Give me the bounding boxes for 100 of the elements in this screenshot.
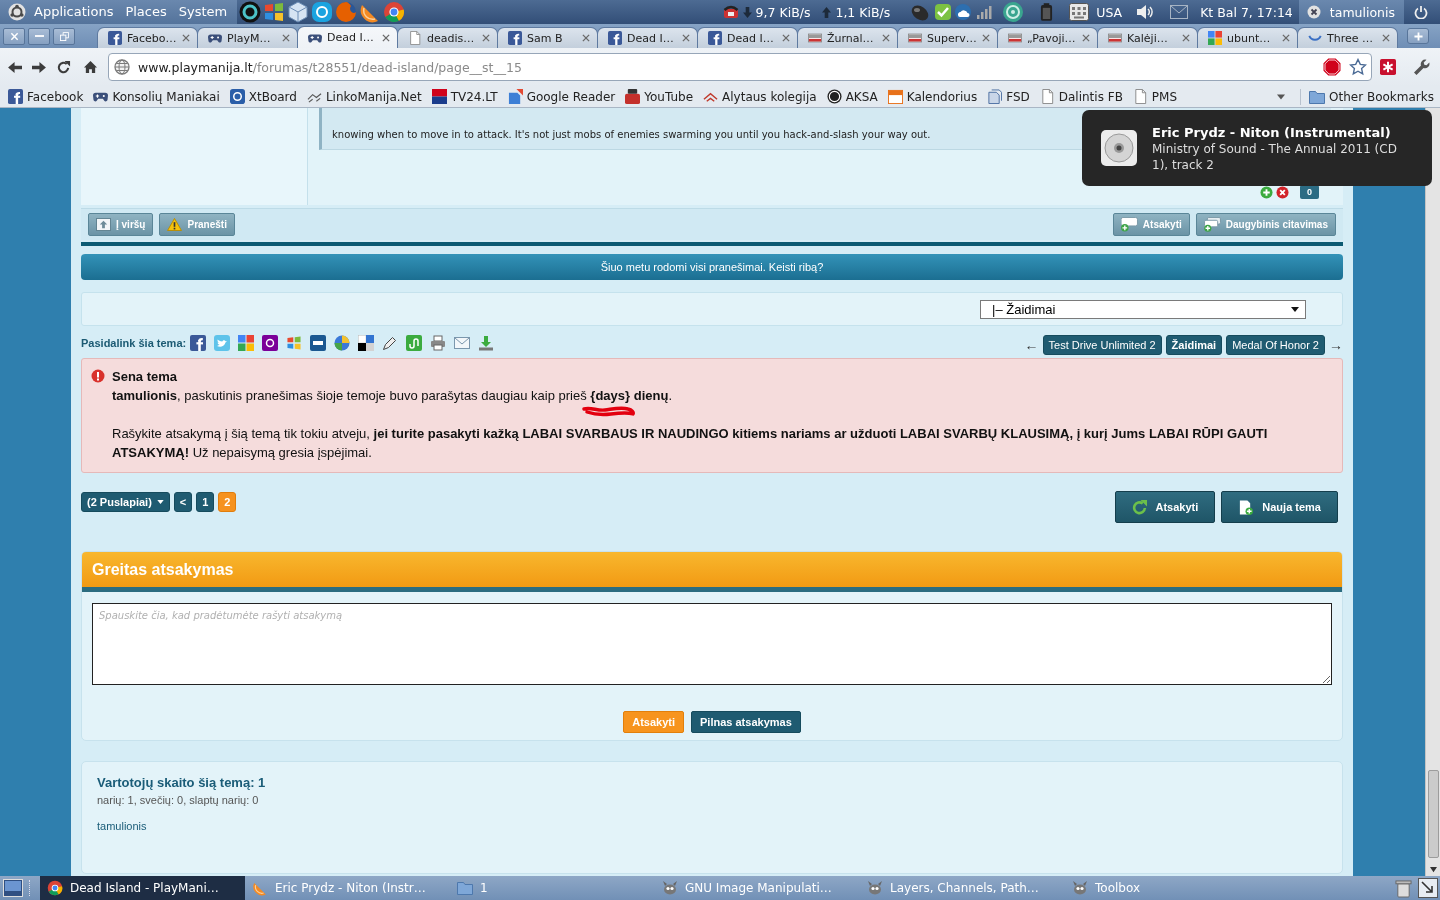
close-icon[interactable]	[1282, 34, 1290, 42]
f-logo-icon[interactable]	[190, 335, 207, 351]
menu-item[interactable]: Applications	[28, 0, 120, 24]
back-icon[interactable]	[8, 60, 23, 74]
plus-circle-icon[interactable]	[1260, 185, 1273, 199]
bookmark-link[interactable]: Konsolių Maniakai	[93, 89, 220, 104]
bookmark-link[interactable]: Google Reader	[507, 89, 616, 104]
cube-icon[interactable]	[287, 1, 310, 23]
close-icon[interactable]	[682, 34, 690, 42]
close-icon[interactable]	[582, 34, 590, 42]
close-icon[interactable]	[382, 33, 390, 42]
address-bar[interactable]: www.playmanija.lt/forumas/t28551/dead-island/page__st__15	[108, 53, 1372, 81]
wheel-icon[interactable]	[383, 1, 406, 23]
browser-tab[interactable]: Dead I…	[597, 27, 698, 48]
close-icon[interactable]	[1082, 34, 1090, 42]
bookmark-link[interactable]: LinkoManija.Net	[306, 89, 422, 104]
forum-select[interactable]: |– Žaidimai	[980, 299, 1306, 319]
close-icon[interactable]	[282, 34, 290, 42]
pen-icon[interactable]	[382, 335, 399, 351]
phone-icon[interactable]	[722, 5, 739, 19]
topic-link[interactable]: Žaidimai	[1165, 335, 1223, 355]
menu-item[interactable]: System	[172, 0, 234, 24]
bookmark-link[interactable]: FSD	[987, 89, 1030, 104]
tile-icon[interactable]	[310, 335, 327, 351]
wrench-icon[interactable]	[1412, 58, 1430, 76]
close-icon[interactable]	[482, 34, 490, 42]
new-topic-button[interactable]: Nauja tema	[1221, 491, 1338, 523]
other-bookmarks-link[interactable]: Other Bookmarks	[1309, 88, 1434, 105]
flag-icon[interactable]	[263, 1, 286, 23]
clock-text[interactable]: Kt Bal 7, 17:14	[1200, 4, 1293, 20]
browser-tab[interactable]: Kalėji…	[1097, 27, 1198, 48]
menu-item[interactable]: Places	[119, 0, 173, 24]
keyboard-icon[interactable]	[1069, 3, 1090, 21]
bookmark-link[interactable]: PMS	[1132, 89, 1178, 104]
star-icon[interactable]	[1349, 58, 1367, 76]
asterisk-icon[interactable]	[1380, 59, 1396, 75]
download-icon[interactable]	[478, 335, 495, 351]
workspace-icon[interactable]	[1418, 878, 1438, 898]
bird-tile-icon[interactable]	[214, 335, 231, 351]
pie-icon[interactable]	[334, 335, 351, 351]
home-icon[interactable]	[83, 60, 98, 74]
browser-tab[interactable]: „Pavoji…	[997, 27, 1098, 48]
topic-link[interactable]: Medal Of Honor 2	[1226, 335, 1325, 355]
window-restore-button[interactable]	[53, 27, 75, 45]
close-icon[interactable]	[982, 34, 990, 42]
tile-icon[interactable]	[406, 335, 423, 351]
bookmark-link[interactable]: Alytaus kolegija	[703, 89, 817, 104]
user-link[interactable]: tamulionis	[97, 819, 147, 833]
envelope-icon[interactable]	[454, 335, 471, 351]
close-icon[interactable]	[1182, 34, 1190, 42]
browser-tab[interactable]: ubunt…	[1197, 27, 1298, 48]
topic-link[interactable]: Test Drive Unlimited 2	[1042, 335, 1162, 355]
pages-dropdown[interactable]: (2 Puslapiai)	[81, 492, 170, 512]
power-icon[interactable]	[1414, 5, 1428, 19]
bookmark-link[interactable]: Kalendorius	[887, 89, 978, 104]
signal-icon[interactable]	[976, 5, 993, 19]
speaker-icon[interactable]	[1136, 4, 1155, 20]
tiles-icon[interactable]	[238, 335, 255, 351]
down-arrow-icon[interactable]	[1428, 865, 1438, 873]
tile-icon[interactable]	[262, 335, 279, 351]
scrollbar[interactable]	[1425, 108, 1440, 876]
desktop-icon[interactable]	[3, 879, 23, 897]
checker-icon[interactable]	[358, 335, 375, 351]
prev-arrow[interactable]: ←	[1024, 337, 1039, 353]
printer-icon[interactable]	[430, 335, 447, 351]
x-circle-icon[interactable]	[1276, 185, 1289, 199]
filter-notice-bar[interactable]: Šiuo metu rodomi visi pranešimai. Keisti ribą?	[81, 254, 1343, 280]
flag-icon[interactable]	[286, 335, 303, 351]
ring-icon[interactable]	[239, 1, 262, 23]
bookmark-link[interactable]: TV24.LT	[431, 89, 498, 104]
browser-tab[interactable]: Dead I…	[697, 27, 798, 48]
bookmark-link[interactable]: YouTube	[625, 89, 694, 104]
browser-tab[interactable]: PlayM…	[197, 27, 298, 48]
prev-page-button[interactable]: <	[173, 492, 193, 512]
bookmark-link[interactable]: Facebook	[8, 89, 84, 104]
check-icon[interactable]	[934, 3, 953, 21]
bookmark-link[interactable]: Dalintis FB	[1039, 89, 1123, 104]
bookmark-link[interactable]: AKSA	[826, 89, 878, 104]
window-minimize-button[interactable]	[28, 27, 50, 45]
browser-tab[interactable]: Dead I…	[297, 26, 398, 48]
taskbar-button[interactable]: Dead Island - PlayMani…	[40, 876, 245, 900]
envelope-icon[interactable]	[1170, 5, 1189, 19]
forward-icon[interactable]	[31, 60, 46, 74]
browser-tab[interactable]: Žurnal…	[797, 27, 898, 48]
close-icon[interactable]	[782, 34, 790, 42]
battery-icon[interactable]	[1040, 2, 1054, 22]
browser-tab[interactable]: Sam B	[497, 27, 598, 48]
reload-icon[interactable]	[56, 59, 71, 75]
stop-sign-icon[interactable]	[1323, 58, 1341, 76]
trash-icon[interactable]	[1395, 878, 1412, 898]
logo-icon[interactable]	[8, 3, 26, 21]
next-arrow[interactable]: →	[1329, 337, 1343, 353]
new-tab-button[interactable]	[1407, 28, 1429, 44]
chevron-icon[interactable]	[1276, 93, 1287, 100]
full-reply-button[interactable]: Pilnas atsakymas	[691, 711, 801, 733]
dial-icon[interactable]	[1002, 1, 1025, 23]
window-close-button[interactable]	[3, 27, 25, 45]
browser-tab[interactable]: Facebo…	[97, 27, 198, 48]
close-icon[interactable]	[182, 34, 190, 42]
bubble-icon[interactable]	[311, 1, 334, 23]
